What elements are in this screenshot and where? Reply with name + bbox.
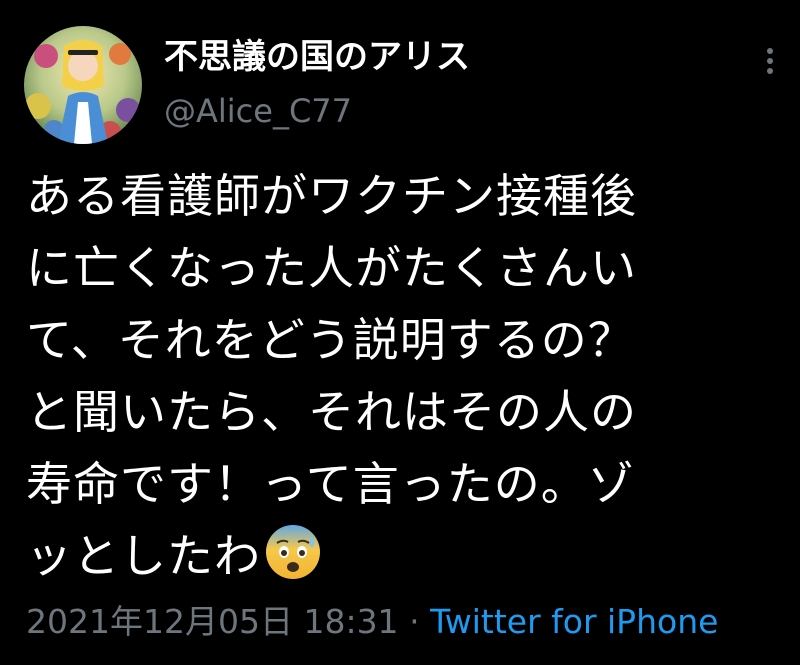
tweet-text: ある看護師がワクチン接種後 に亡くなった人がたくさんい て、それをどう説明するの… xyxy=(26,160,786,592)
tweet-text-line: に亡くなった人がたくさんい xyxy=(26,241,637,295)
user-handle[interactable]: @Alice_C77 xyxy=(164,88,470,134)
tweet-text-last-line: ッとしたわ xyxy=(26,520,786,592)
tweet-text-line: て、それをどう説明するの？ xyxy=(26,313,635,367)
display-name[interactable]: 不思議の国のアリス xyxy=(164,34,470,80)
avatar[interactable] xyxy=(24,26,142,144)
tweet-card: 不思議の国のアリス @Alice_C77 ある看護師がワクチン接種後 に亡くなっ… xyxy=(0,0,800,665)
tweet-text-line: ある看護師がワクチン接種後 xyxy=(26,169,637,223)
tweet-text-line: 寿命です！って言ったの。ゾ xyxy=(26,457,635,511)
user-info: 不思議の国のアリス @Alice_C77 xyxy=(164,34,470,134)
more-vertical-icon xyxy=(767,48,773,74)
alice-avatar-icon xyxy=(24,26,142,144)
tweet-timestamp[interactable]: 2021年12月05日 18:31 xyxy=(26,602,399,641)
meta-separator: · xyxy=(409,602,420,641)
tweet-source-link[interactable]: Twitter for iPhone xyxy=(430,602,718,641)
tweet-text-line: と聞いたら、それはその人の xyxy=(26,385,637,439)
more-options-button[interactable] xyxy=(762,46,778,76)
tweet-text-line: ッとしたわ xyxy=(26,529,261,583)
anxious-face-emoji-icon xyxy=(263,522,323,582)
tweet-meta: 2021年12月05日 18:31 · Twitter for iPhone xyxy=(26,598,718,646)
